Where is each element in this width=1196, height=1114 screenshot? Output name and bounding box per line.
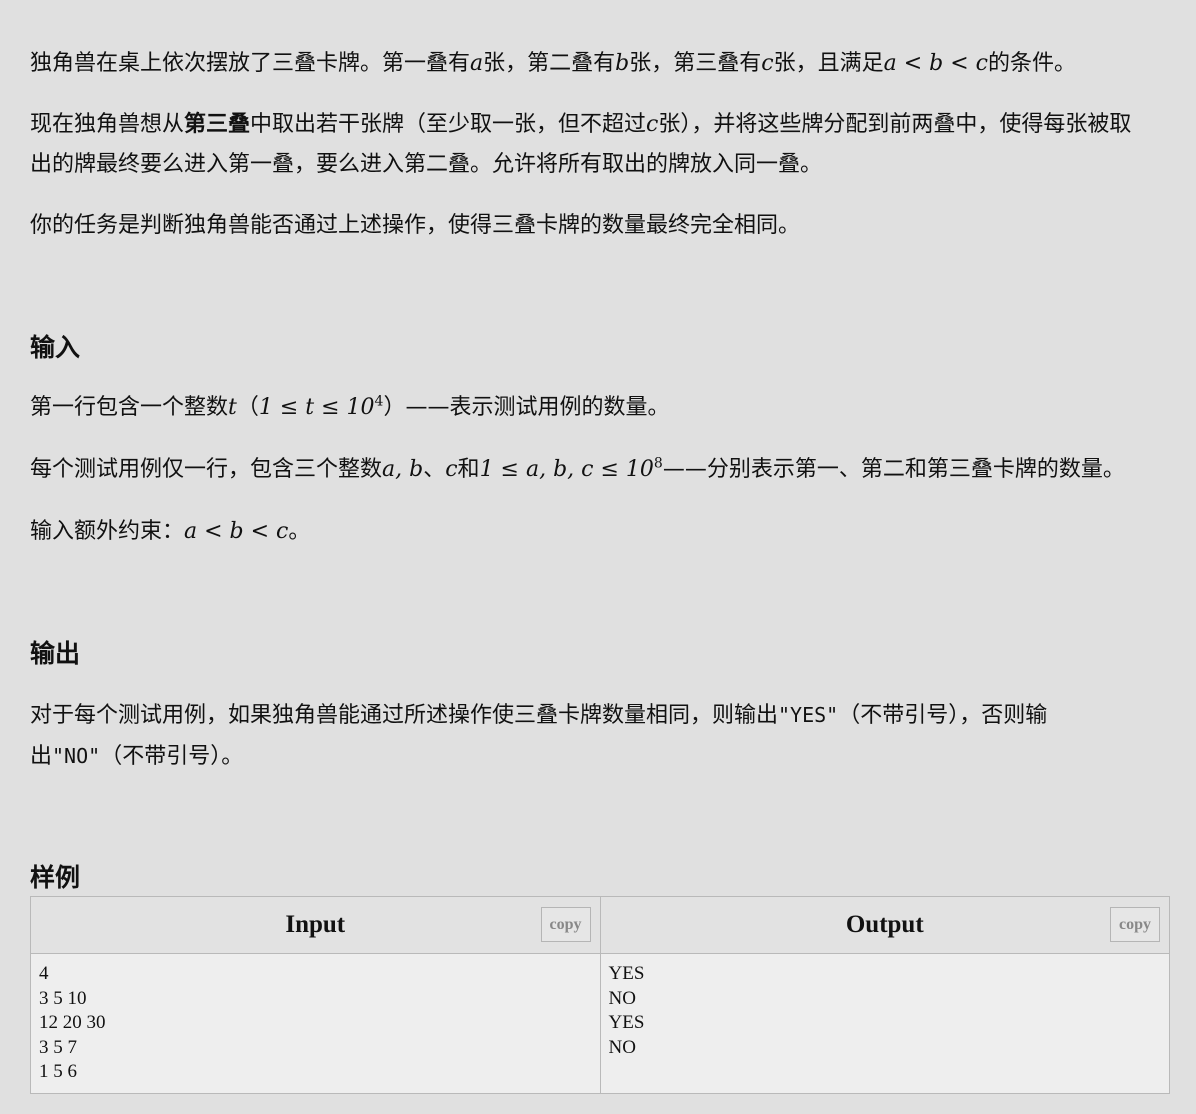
samples-heading: 样例 [30,863,81,892]
sample-output-panel: Output copy YES NO YES NO [599,897,1170,1093]
text: —— [405,395,450,420]
sample-input-title: Input [285,911,346,938]
code-no: "NO" [52,744,101,768]
math-b: b [615,51,630,76]
text: 表示测试用例的数量。 [449,395,670,420]
text: 、 [423,457,446,482]
text: 独角兽在桌上依次摆放了三叠卡牌。第一叠有 [30,51,471,76]
sample-input-line: 3 5 7 [39,1036,77,1058]
sample-output-title: Output [845,911,924,938]
copy-input-button[interactable]: copy [540,907,591,942]
sample-input-content: 4 3 5 10 12 20 30 3 5 7 1 5 6 [31,954,600,1093]
math-range: 1 ≤ a, b, c ≤ 10 [479,457,654,482]
text: 和 [457,457,480,482]
sample-input-panel: Input copy 4 3 5 10 12 20 30 3 5 7 1 5 6 [31,897,600,1093]
sample-output-line: NO [608,1036,636,1058]
math-exponent: 8 [653,455,663,472]
math-c: c [761,51,774,76]
code-yes: "YES" [778,703,839,727]
statement-paragraph-1: 独角兽在桌上依次摆放了三叠卡牌。第一叠有a张，第二叠有b张，第三叠有c张，且满足… [30,44,1172,84]
text: 每个测试用例仅一行，包含三个整数 [30,457,383,482]
sample-input-header: Input copy [31,897,600,954]
output-paragraph: 对于每个测试用例，如果独角兽能通过所述操作使三叠卡牌数量相同，则输出"YES"（… [30,695,1172,777]
text: （不带引号）。 [100,744,244,769]
bold-text: 第三叠 [184,112,251,137]
output-heading: 输出 [30,639,81,668]
math-condition: a < b < c [883,51,988,76]
text: —— [662,457,707,482]
sample-output-content: YES NO YES NO [601,954,1170,1068]
sample-input-line: 1 5 6 [39,1061,77,1082]
problem-page: 独角兽在桌上依次摆放了三叠卡牌。第一叠有a张，第二叠有b张，第三叠有c张，且满足… [0,0,1196,1114]
sample-table: Input copy 4 3 5 10 12 20 30 3 5 7 1 5 6… [30,896,1170,1094]
text: 的条件。 [987,51,1076,76]
sample-input-line: 3 5 10 [39,987,87,1009]
input-paragraph-3: 输入额外约束：a < b < c。 [30,512,1172,552]
text: （ [236,395,259,420]
copy-output-button[interactable]: copy [1110,907,1160,942]
statement-paragraph-2: 现在独角兽想从第三叠中取出若干张牌（至少取一张，但不超过c张），并将这些牌分配到… [30,105,1172,185]
text: 张），并将这些牌分配到前两叠中，使得每张被取 [658,112,1132,137]
input-heading: 输入 [30,333,81,362]
sample-input-line: 12 20 30 [39,1012,106,1033]
statement-paragraph-3: 你的任务是判断独角兽能否通过上述操作，使得三叠卡牌的数量最终完全相同。 [30,213,801,238]
text: 张，第二叠有 [483,51,616,76]
sample-output-header: Output copy [600,897,1169,954]
text: 第一行包含一个整数 [30,395,229,420]
math-a: a [470,51,484,76]
text: （不带引号），否则输 [838,703,1048,728]
text: 。 [288,519,311,544]
math-range: 1 ≤ t ≤ 10 [258,395,375,420]
math-c: c [445,457,458,482]
text: 张，且满足 [773,51,884,76]
text: 输入额外约束： [30,519,185,544]
text: 出的牌最终要么进入第一叠，要么进入第二叠。允许将所有取出的牌放入同一叠。 [30,152,823,177]
sample-input-line: 4 [39,963,49,984]
text: 现在独角兽想从 [30,112,185,137]
math-t: t [228,395,237,420]
math-ab: a, b [382,457,424,482]
sample-output-line: YES [608,963,645,984]
sample-output-line: YES [608,1012,645,1033]
math-condition: a < b < c [184,519,289,544]
text: ） [383,395,406,420]
input-paragraph-2: 每个测试用例仅一行，包含三个整数a, b、c和1 ≤ a, b, c ≤ 108… [30,450,1172,490]
text: 出 [30,744,53,769]
math-c: c [646,112,659,137]
text: 张，第三叠有 [629,51,762,76]
text: 对于每个测试用例，如果独角兽能通过所述操作使三叠卡牌数量相同，则输出 [30,703,779,728]
text: 中取出若干张牌（至少取一张，但不超过 [250,112,647,137]
input-paragraph-1: 第一行包含一个整数t（1 ≤ t ≤ 104）——表示测试用例的数量。 [30,388,1172,428]
text: 分别表示第一、第二和第三叠卡牌的数量。 [706,457,1125,482]
sample-output-line: NO [608,987,636,1009]
